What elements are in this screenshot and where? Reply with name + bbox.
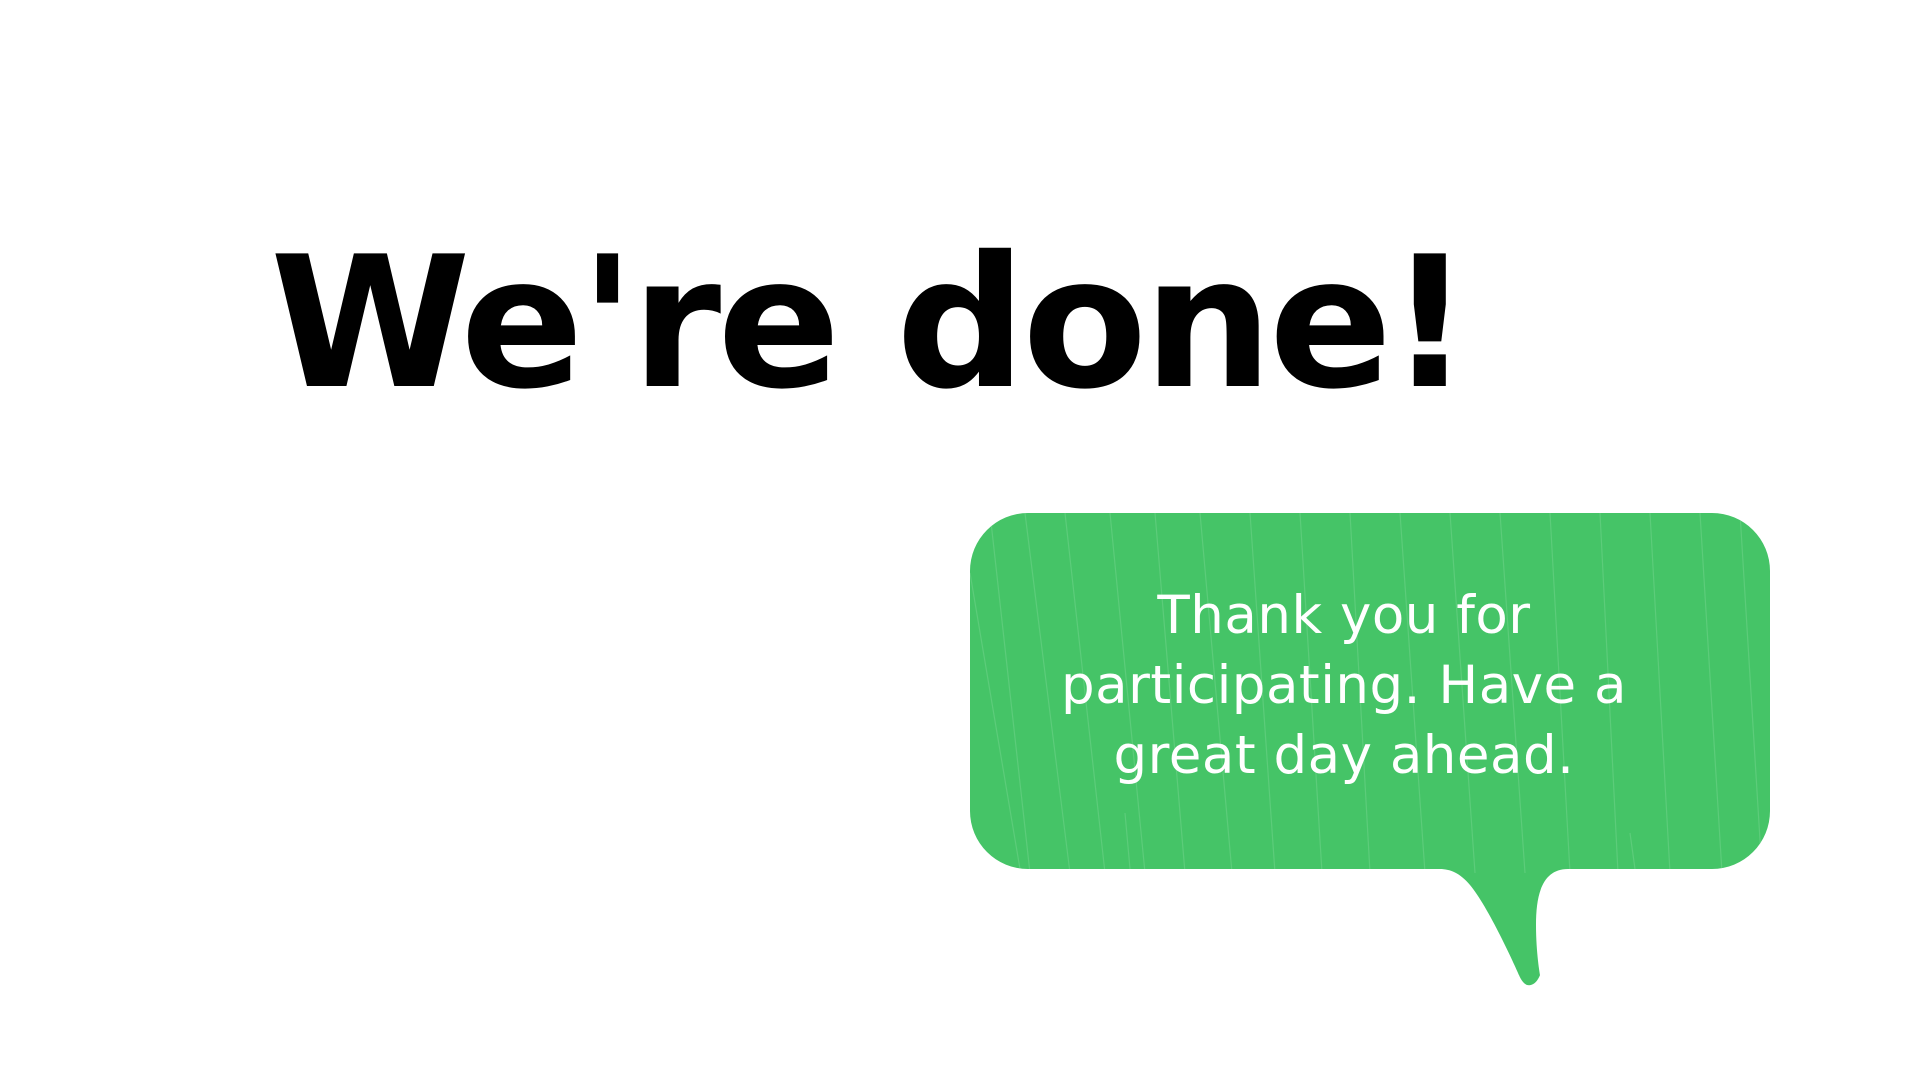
bubble-message: Thank you for participating. Have a grea… xyxy=(1061,585,1627,786)
speech-bubble: Thank you for participating. Have a grea… xyxy=(970,513,1778,986)
slide: We're done! Thank you for participating.… xyxy=(0,0,1920,1080)
headline: We're done! xyxy=(270,217,1471,429)
